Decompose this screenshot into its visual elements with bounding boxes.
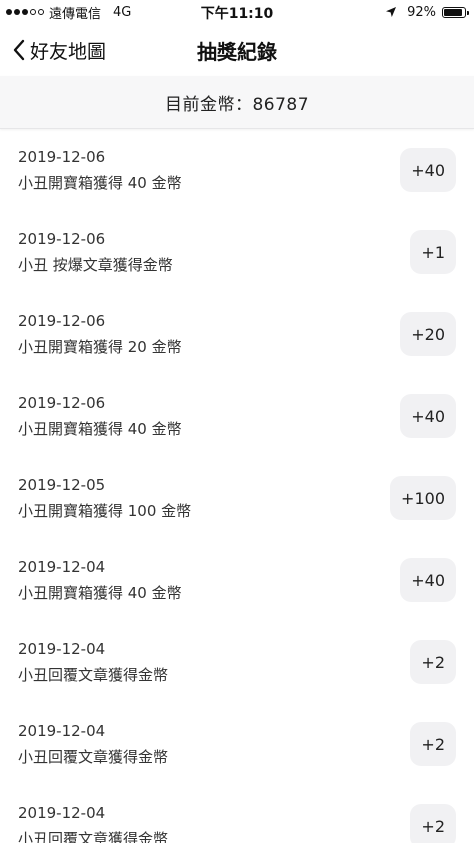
chevron-left-icon bbox=[13, 39, 25, 61]
record-date: 2019-12-04 bbox=[18, 722, 106, 740]
record-description: 小丑開寶箱獲得 40 金幣 bbox=[18, 584, 182, 602]
coin-amount-badge: +40 bbox=[400, 394, 456, 438]
list-item[interactable]: 2019-12-04 小丑開寶箱獲得 40 金幣 +40 bbox=[0, 539, 474, 621]
record-description: 小丑回覆文章獲得金幣 bbox=[18, 830, 169, 843]
coin-amount-badge: +2 bbox=[410, 804, 456, 843]
coin-amount-badge: +20 bbox=[400, 312, 456, 356]
record-date: 2019-12-04 bbox=[18, 804, 106, 822]
battery-percent: 92% bbox=[407, 4, 436, 20]
record-description: 小丑回覆文章獲得金幣 bbox=[18, 666, 169, 684]
list-item[interactable]: 2019-12-06 小丑開寶箱獲得 40 金幣 +40 bbox=[0, 375, 474, 457]
location-arrow-icon bbox=[386, 7, 397, 17]
list-item[interactable]: 2019-12-05 小丑開寶箱獲得 100 金幣 +100 bbox=[0, 457, 474, 539]
coin-amount-badge: +2 bbox=[410, 722, 456, 766]
record-description: 小丑開寶箱獲得 20 金幣 bbox=[18, 338, 182, 356]
list-item[interactable]: 2019-12-04 小丑回覆文章獲得金幣 +2 bbox=[0, 703, 474, 785]
list-item[interactable]: 2019-12-04 小丑回覆文章獲得金幣 +2 bbox=[0, 785, 474, 843]
record-date: 2019-12-06 bbox=[18, 230, 106, 248]
battery-icon bbox=[442, 6, 469, 18]
list-item[interactable]: 2019-12-06 小丑開寶箱獲得 40 金幣 +40 bbox=[0, 129, 474, 211]
coin-balance: 目前金幣：86787 bbox=[0, 76, 474, 129]
battery-cap bbox=[467, 10, 469, 15]
app-screen: 遠傳電信 4G 下午11:10 92% 好友地圖 抽獎紀錄 目前金幣：86787… bbox=[0, 0, 474, 843]
list-item[interactable]: 2019-12-06 小丑開寶箱獲得 20 金幣 +20 bbox=[0, 293, 474, 375]
coin-amount-badge: +100 bbox=[390, 476, 456, 520]
record-description: 小丑開寶箱獲得 40 金幣 bbox=[18, 174, 182, 192]
list-item[interactable]: 2019-12-06 小丑 按爆文章獲得金幣 +1 bbox=[0, 211, 474, 293]
record-list: 2019-12-06 小丑開寶箱獲得 40 金幣 +40 2019-12-06 小丑 按… bbox=[0, 129, 474, 843]
record-date: 2019-12-06 bbox=[18, 394, 106, 412]
record-description: 小丑回覆文章獲得金幣 bbox=[18, 748, 169, 766]
record-date: 2019-12-06 bbox=[18, 148, 106, 166]
coin-amount-badge: +2 bbox=[410, 640, 456, 684]
list-item[interactable]: 2019-12-04 小丑回覆文章獲得金幣 +2 bbox=[0, 621, 474, 703]
record-description: 小丑 按爆文章獲得金幣 bbox=[18, 256, 173, 274]
record-date: 2019-12-04 bbox=[18, 640, 106, 658]
coin-amount-badge: +40 bbox=[400, 558, 456, 602]
status-right: 92% bbox=[385, 3, 469, 21]
record-description: 小丑開寶箱獲得 100 金幣 bbox=[18, 502, 192, 520]
record-date: 2019-12-06 bbox=[18, 312, 106, 330]
record-date: 2019-12-05 bbox=[18, 476, 106, 494]
battery-fill bbox=[444, 8, 463, 16]
back-button[interactable]: 好友地圖 bbox=[12, 36, 106, 64]
back-button-label: 好友地圖 bbox=[30, 40, 107, 63]
record-description: 小丑開寶箱獲得 40 金幣 bbox=[18, 420, 182, 438]
navigation-bar: 好友地圖 抽獎紀錄 bbox=[0, 24, 474, 76]
coin-amount-badge: +1 bbox=[410, 230, 456, 274]
status-bar: 遠傳電信 4G 下午11:10 92% bbox=[0, 0, 474, 24]
record-date: 2019-12-04 bbox=[18, 558, 106, 576]
coin-amount-badge: +40 bbox=[400, 148, 456, 192]
